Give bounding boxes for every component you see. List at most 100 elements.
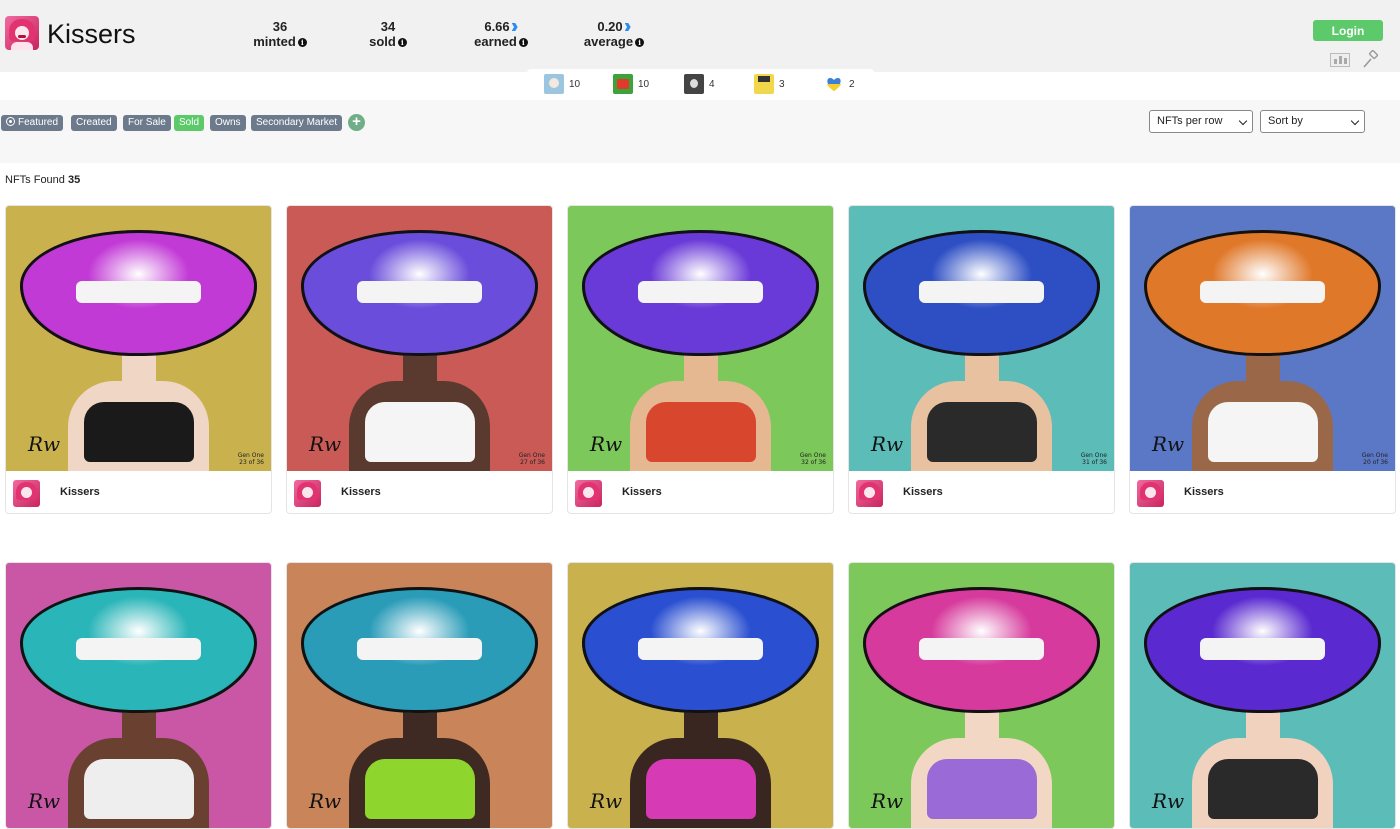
figure-top	[84, 402, 194, 462]
tab-sold[interactable]: Sold	[174, 115, 205, 131]
owner-count: 10	[638, 78, 650, 90]
stat-average: 0.20 average i	[578, 19, 650, 50]
owner-avatar	[544, 74, 564, 94]
edition-label: Gen One 23 of 36	[237, 452, 264, 466]
nft-card[interactable]: Rw	[286, 562, 553, 829]
nft-artwork[interactable]: Rw	[6, 563, 271, 828]
edition-label: Gen One 32 of 36	[799, 452, 826, 466]
figure-top	[365, 402, 475, 462]
tab-secondary-market[interactable]: Secondary Market	[251, 115, 343, 131]
collection-title: Kissers	[47, 19, 136, 49]
figure-top	[927, 759, 1037, 819]
nft-collection-name[interactable]: Kissers	[341, 486, 381, 498]
artist-signature: Rw	[871, 789, 904, 813]
artist-signature: Rw	[871, 432, 904, 456]
collection-avatar	[1137, 480, 1164, 507]
nfts-per-row-select[interactable]: NFTs per row	[1149, 110, 1253, 133]
collection-avatar	[5, 16, 39, 50]
collection-avatar	[294, 480, 321, 507]
nft-card[interactable]: Rw Gen One 23 of 36 Kissers	[5, 205, 272, 514]
artist-signature: Rw	[28, 789, 61, 813]
login-button[interactable]: Login	[1313, 20, 1383, 41]
nft-artwork[interactable]: Rw	[1130, 563, 1395, 828]
owner-count: 2	[849, 78, 855, 90]
info-icon[interactable]: i	[297, 38, 307, 47]
teeth-graphic	[1200, 638, 1325, 660]
owner-item[interactable]: 10	[544, 74, 580, 94]
stat-sold-label: sold	[369, 34, 396, 49]
teeth-graphic	[919, 638, 1044, 660]
currency-icon	[624, 23, 631, 31]
nft-card[interactable]: Rw	[848, 562, 1115, 829]
nft-collection-name[interactable]: Kissers	[60, 486, 100, 498]
owner-item[interactable]: 4	[684, 74, 715, 94]
nft-card[interactable]: Rw Gen One 20 of 36 Kissers	[1129, 205, 1396, 514]
nft-collection-name[interactable]: Kissers	[903, 486, 943, 498]
stat-earned-value: 6.66	[468, 19, 534, 34]
chart-icon[interactable]	[1330, 53, 1350, 67]
nft-artwork[interactable]: Rw Gen One 31 of 36	[849, 206, 1114, 471]
add-filter-plus-icon[interactable]: +	[348, 114, 365, 131]
nft-card[interactable]: Rw	[5, 562, 272, 829]
figure-top	[365, 759, 475, 819]
tab-for-sale[interactable]: For Sale	[123, 115, 171, 131]
owner-avatar	[684, 74, 704, 94]
tab-featured[interactable]: Featured	[1, 115, 64, 131]
nft-card-footer: Kissers	[849, 471, 1114, 513]
artist-signature: Rw	[590, 432, 623, 456]
auction-hammer-icon[interactable]	[1361, 50, 1381, 70]
nft-artwork[interactable]: Rw	[849, 563, 1114, 828]
nft-artwork[interactable]: Rw Gen One 20 of 36	[1130, 206, 1395, 471]
nft-artwork[interactable]: Rw Gen One 23 of 36	[6, 206, 271, 471]
nft-collection-name[interactable]: Kissers	[622, 486, 662, 498]
nft-card[interactable]: Rw Gen One 27 of 36 Kissers	[286, 205, 553, 514]
edition-label: Gen One 31 of 36	[1080, 452, 1107, 466]
artist-signature: Rw	[28, 432, 61, 456]
collection-avatar	[856, 480, 883, 507]
owner-count: 3	[779, 78, 785, 90]
nft-artwork[interactable]: Rw Gen One 27 of 36	[287, 206, 552, 471]
nft-card[interactable]: Rw Gen One 31 of 36 Kissers	[848, 205, 1115, 514]
figure-top	[646, 402, 756, 462]
nft-artwork[interactable]: Rw Gen One 32 of 36	[568, 206, 833, 471]
tab-created[interactable]: Created	[71, 115, 117, 131]
nft-artwork[interactable]: Rw	[287, 563, 552, 828]
nft-card[interactable]: Rw	[567, 562, 834, 829]
currency-icon	[511, 23, 518, 31]
stat-earned: 6.66 earned i	[468, 19, 534, 50]
tab-owns[interactable]: Owns	[210, 115, 246, 131]
info-icon[interactable]: i	[397, 38, 407, 47]
owner-item[interactable]: 3	[754, 74, 785, 94]
stat-minted-value: 36	[272, 19, 288, 34]
stat-sold: 34 sold i	[360, 19, 416, 50]
stat-minted-label: minted	[253, 34, 296, 49]
sort-by-select[interactable]: Sort by	[1260, 110, 1365, 133]
nft-card-footer: Kissers	[6, 471, 271, 513]
stat-average-label: average	[583, 34, 634, 49]
nft-artwork[interactable]: Rw	[568, 563, 833, 828]
nft-card[interactable]: Rw	[1129, 562, 1396, 829]
artist-signature: Rw	[1152, 789, 1185, 813]
top-owners-strip: 10 10 4 3 2	[527, 69, 874, 99]
collection-avatar	[13, 480, 40, 507]
stat-minted: 36 minted i	[248, 19, 312, 50]
teeth-graphic	[76, 638, 201, 660]
artist-signature: Rw	[309, 789, 342, 813]
owner-item[interactable]: 10	[613, 74, 649, 94]
edition-label: Gen One 27 of 36	[518, 452, 545, 466]
stat-average-value: 0.20	[578, 19, 650, 34]
owner-item[interactable]: 2	[824, 74, 855, 94]
chevron-down-icon	[1238, 116, 1248, 126]
nft-collection-name[interactable]: Kissers	[1184, 486, 1224, 498]
stat-sold-value: 34	[380, 19, 396, 34]
teeth-graphic	[919, 281, 1044, 303]
figure-top	[1208, 759, 1318, 819]
header-bar: Kissers 36 minted i 34 sold i 6.66 earned i…	[0, 0, 1400, 72]
info-icon[interactable]: i	[635, 38, 645, 47]
info-icon[interactable]: i	[518, 38, 528, 47]
artist-signature: Rw	[309, 432, 342, 456]
nft-card[interactable]: Rw Gen One 32 of 36 Kissers	[567, 205, 834, 514]
nft-card-footer: Kissers	[1130, 471, 1395, 513]
owner-count: 10	[569, 78, 581, 90]
figure-top	[1208, 402, 1318, 462]
